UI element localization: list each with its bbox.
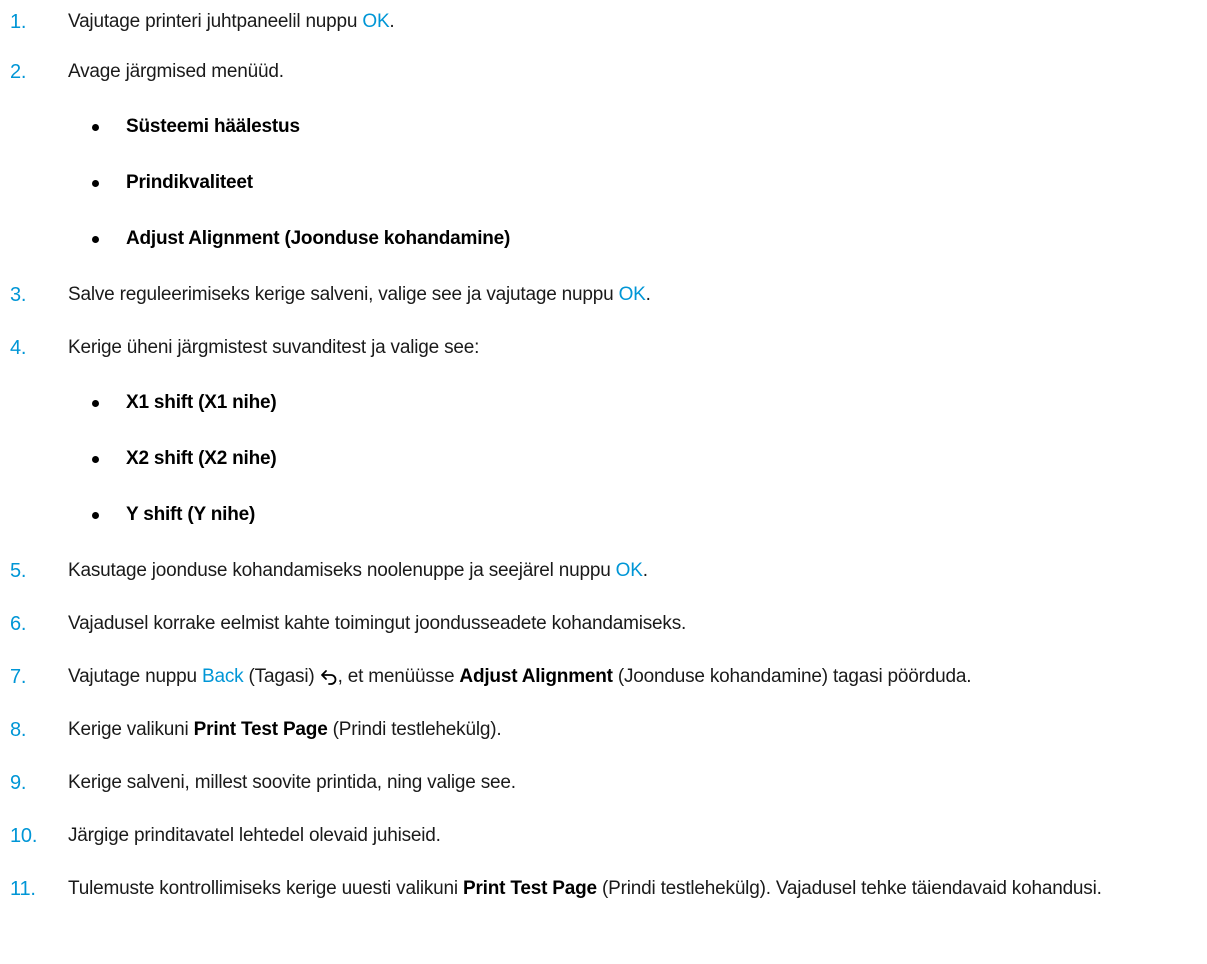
step-number: 11. — [10, 878, 36, 900]
ok-button-ref: OK — [615, 560, 643, 581]
step-text: Vajadusel korrake eelmist kahte toimingu… — [68, 613, 687, 634]
step-text: Kerige salveni, millest soovite printida… — [68, 772, 516, 793]
bullet-icon — [92, 124, 99, 131]
bullet-icon — [92, 456, 99, 463]
step-text: Kerige valikuni Print Test Page (Prindi … — [68, 719, 502, 740]
step-text: Vajutage nuppu Back (Tagasi) , et menüüs… — [68, 665, 972, 692]
step-text: Tulemuste kontrollimiseks kerige uuesti … — [68, 878, 1102, 899]
menu-item-label: Adjust Alignment (Joonduse kohandamine) — [126, 228, 511, 249]
step-text: Kerige üheni järgmistest suvanditest ja … — [68, 337, 480, 358]
back-button-ref: Back — [202, 666, 244, 687]
menu-item-label: Prindikvaliteet — [126, 172, 253, 193]
bullet-icon — [92, 236, 99, 243]
ok-button-ref: OK — [618, 284, 646, 305]
bullet-icon — [92, 512, 99, 519]
step-number: 4. — [10, 337, 27, 359]
step-number: 7. — [10, 666, 27, 688]
step-number: 2. — [10, 61, 27, 83]
step-number: 3. — [10, 284, 27, 306]
menu-item-label: Süsteemi häälestus — [126, 116, 300, 137]
ok-button-ref: OK — [362, 11, 390, 32]
shift-option-label: X1 shift (X1 nihe) — [126, 392, 277, 413]
step-text: Kasutage joonduse kohandamiseks noolenup… — [68, 560, 648, 581]
step-number: 9. — [10, 772, 27, 794]
step-number: 6. — [10, 613, 27, 635]
step-text: Vajutage printeri juhtpaneelil nuppu OK. — [68, 11, 395, 32]
step-number: 8. — [10, 719, 27, 741]
step-text: Järgige prinditavatel lehtedel olevaid j… — [68, 825, 441, 846]
back-arrow-icon — [320, 668, 338, 692]
step-number: 10. — [10, 825, 38, 847]
step-number: 5. — [10, 560, 27, 582]
instruction-document: 1. Vajutage printeri juhtpaneelil nuppu … — [0, 0, 1207, 964]
step-text: Avage järgmised menüüd. — [68, 61, 284, 82]
shift-option-label: Y shift (Y nihe) — [126, 504, 256, 525]
bullet-icon — [92, 180, 99, 187]
shift-option-label: X2 shift (X2 nihe) — [126, 448, 277, 469]
step-number: 1. — [10, 11, 27, 33]
bullet-icon — [92, 400, 99, 407]
step-text: Salve reguleerimiseks kerige salveni, va… — [68, 284, 651, 305]
